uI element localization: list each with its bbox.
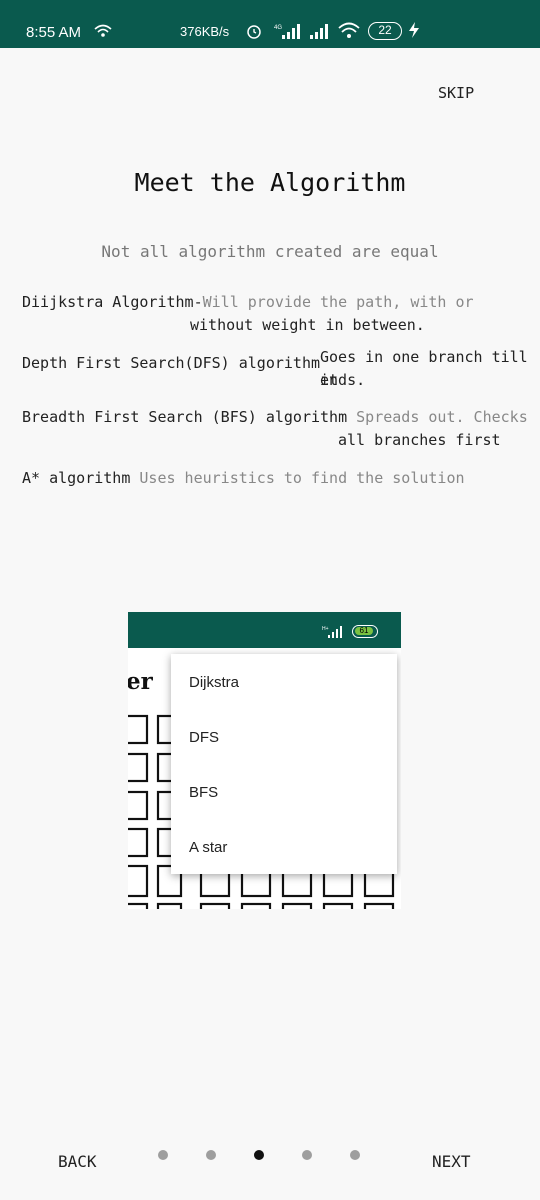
svg-text:4G: 4G <box>274 25 282 31</box>
algorithm-desc: Spreads out. Checks <box>356 408 528 426</box>
page-subtitle: Not all algorithm created are equal <box>101 242 439 261</box>
back-button[interactable]: BACK <box>58 1152 97 1171</box>
skip-button[interactable]: SKIP <box>438 84 474 102</box>
algorithm-name-dfs: Depth First Search(DFS) algorithm <box>22 354 321 372</box>
algorithm-desc: Uses heuristics to find the solution <box>139 469 465 487</box>
algorithm-item-astar: A* algorithm Uses heuristics to find the… <box>22 467 465 490</box>
network-speed: 376KB/s <box>180 24 230 39</box>
wifi-icon <box>94 23 112 42</box>
page-indicator-dot-1[interactable] <box>158 1150 168 1160</box>
signal-4g-icon: 4G <box>274 22 302 44</box>
page-indicator-dot-5[interactable] <box>350 1150 360 1160</box>
algorithm-desc-cont: without weight in between. <box>190 316 425 334</box>
dropdown-option-dfs[interactable]: DFS <box>189 729 219 746</box>
status-time: 8:55 AM <box>26 24 82 41</box>
alarm-icon <box>246 23 262 43</box>
dropdown-option-bfs[interactable]: BFS <box>189 784 218 801</box>
charging-icon <box>406 21 422 43</box>
next-button[interactable]: NEXT <box>432 1152 471 1171</box>
algorithm-name: Breadth First Search (BFS) algorithm <box>22 408 348 426</box>
wifi-icon <box>338 22 360 44</box>
algorithm-desc-dfs-cont: ends. <box>320 371 366 389</box>
status-bar: 8:55 AM 376KB/s 4G 22 <box>0 0 540 48</box>
algorithm-dropdown-menu: Dijkstra DFS BFS A star <box>171 654 397 874</box>
dropdown-option-dijkstra[interactable]: Dijkstra <box>189 674 239 691</box>
page-indicator-dot-4[interactable] <box>302 1150 312 1160</box>
algorithm-item-dijkstra: Diijkstra Algorithm-Will provide the pat… <box>22 291 474 314</box>
page-indicator-dot-2[interactable] <box>206 1150 216 1160</box>
dropdown-option-astar[interactable]: A star <box>189 839 227 856</box>
algorithm-item-bfs: Breadth First Search (BFS) algorithm Spr… <box>22 406 528 429</box>
page-title: Meet the Algorithm <box>134 168 406 197</box>
signal-icon <box>310 22 330 44</box>
app-preview-image: H+ 61 er Dijkstra DFS BFS A star <box>128 612 401 909</box>
algorithm-name: Diijkstra Algorithm- <box>22 293 203 311</box>
algorithm-desc: Will provide the path, with or <box>202 293 474 311</box>
page-indicator-dot-3[interactable] <box>254 1150 264 1160</box>
battery-indicator: 22 <box>368 22 402 40</box>
algorithm-name: A* algorithm <box>22 469 131 487</box>
algorithm-desc-bfs-cont: all branches first <box>338 431 501 449</box>
